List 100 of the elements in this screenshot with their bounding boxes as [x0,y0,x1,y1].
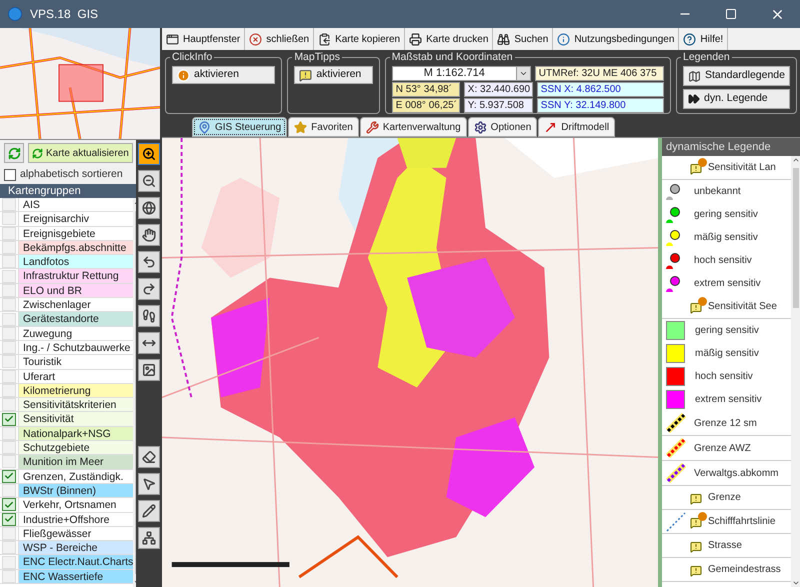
map-tool-button[interactable] [138,446,160,468]
layer-group-item[interactable]: WSP - Bereiche [18,541,134,554]
map-icon [688,70,701,82]
pin-icon [198,120,211,134]
legend-label: hoch sensitiv [694,254,752,268]
layer-group-item[interactable]: Infrastruktur Rettung [18,269,134,283]
layer-checkbox[interactable] [2,512,16,526]
map-tool-button[interactable] [138,251,160,273]
layer-group-item[interactable]: Sensitivität [18,412,134,426]
ssn-y-coordinate: SSN Y: 32.149.800 [536,98,664,113]
legend-label: Gemeindestrass [708,563,781,577]
refresh-icon-button[interactable] [4,143,24,163]
legend-label: Grenze 12 sm [694,416,757,430]
close-icon [249,32,262,46]
map-tool-button[interactable] [138,305,160,327]
warning-badge [698,158,707,166]
layer-checkbox[interactable] [2,412,16,426]
network-icon [142,531,156,545]
layer-group-item[interactable]: Sensitivitätskriterien [18,398,134,412]
x-coordinate: X: 32.440.690 [464,82,533,97]
warning-badge [698,512,707,520]
refresh-button[interactable]: Karte aktualisieren [28,143,133,163]
info-icon [557,32,570,46]
pointer-icon [142,477,156,491]
map-tool-button[interactable] [138,359,160,381]
undo-icon [142,255,156,269]
scroll-up-icon[interactable] [792,156,800,164]
legend-label: Sensitivität See [708,300,777,314]
toolbar-button[interactable]: Nutzungsbedingungen [553,28,680,50]
tab[interactable]: GIS Steuerung [192,117,288,137]
tab[interactable]: Optionen [468,117,538,137]
globe-icon [142,201,156,215]
latitude-field: N 53° 34,98´ [392,82,460,97]
layer-group-item[interactable]: Kilometrierung [18,384,134,398]
layer-group-item[interactable]: Gerätestandorte [18,312,134,326]
check-icon [4,471,14,482]
legend-label: Grenze [708,491,741,505]
legend-label: gering sensitiv [694,208,758,222]
toolbar-button[interactable]: Hilfe! [679,28,728,50]
zoom-out-icon [142,174,156,188]
sort-label: alphabetisch sortieren [20,167,123,182]
legend-button[interactable]: dyn. Legende [683,89,790,109]
window-icon [166,32,179,46]
layer-group-item[interactable]: Landfotos [18,255,134,268]
toolbar-button[interactable]: Karte kopieren [314,28,406,50]
map-tool-button[interactable] [138,224,160,246]
star-icon [294,120,308,134]
layer-group-item[interactable]: Nationalpark+NSG [18,426,134,440]
window-title: VPS.18 GIS [30,6,98,23]
legend-label: Grenze AWZ [694,442,751,456]
legend-button[interactable]: Standardlegende [683,66,790,86]
layer-group-item[interactable]: Munition im Meer [18,455,134,469]
map-tool-button[interactable] [138,278,160,300]
legend-label: hoch sensitiv [695,370,753,384]
maptipps-button[interactable]: aktivieren [294,66,373,84]
toolbar-button[interactable]: Hauptfenster [162,28,246,50]
legend-label: Verwaltgs.abkomm [694,466,778,480]
layer-group-item[interactable]: BWStr (Binnen) [18,484,134,498]
legend-scrollbar[interactable] [791,156,800,587]
legend-header: dynamische Legende [662,138,800,156]
line-symbol-icon [666,438,686,458]
layer-group-item[interactable]: ENC Wassertiefe [18,570,134,584]
tab[interactable]: Kartenverwaltung [360,117,467,137]
pencil-icon [142,504,156,518]
check-icon [4,500,14,510]
binoculars-icon [497,32,510,46]
map-tool-button[interactable] [138,332,160,354]
app-globe-icon [8,7,22,21]
layer-group-item[interactable]: ELO und BR [18,284,134,298]
toolbar-button[interactable]: Suchen [493,28,554,50]
legend-label: gering sensitiv [695,324,759,338]
map-tool-button[interactable] [138,170,160,192]
scale-select[interactable]: M 1:162.714 [392,66,531,81]
check-icon [4,514,14,524]
tab[interactable]: Favoriten [288,117,359,137]
tab[interactable]: Driftmodell [538,117,616,137]
layer-checkbox[interactable] [2,498,16,512]
list-header: Kartengruppen [0,184,136,198]
sort-checkbox[interactable] [4,169,16,181]
fast-forward-icon [688,93,700,105]
layer-group-item[interactable]: Schutzgebiete [18,441,134,454]
layer-group-item[interactable]: Bekämpfgs.abschnitte [18,240,134,254]
scroll-down-icon[interactable] [792,579,800,587]
warning-badge [698,296,707,306]
y-coordinate: Y: 5.937.508 [464,98,533,113]
gear-icon [474,120,487,134]
line-symbol-icon [666,413,686,433]
steps-icon [142,309,156,323]
utm-reference: UTMRef: 32U ME 406 375 [534,66,664,81]
map-tool-button[interactable] [138,197,160,219]
ssn-x-coordinate: SSN X: 4.862.500 [536,82,664,97]
clickinfo-button[interactable]: aktivieren [172,66,276,84]
map-tool-button[interactable] [138,143,160,165]
map-tool-button[interactable] [138,527,160,549]
layer-checkbox[interactable] [2,470,16,483]
toolbar-button[interactable]: schließen [245,28,314,50]
layer-group-item[interactable]: ENC Electr.Naut.Charts [18,555,134,569]
toolbar-button[interactable]: Karte drucken [405,28,494,50]
map-tool-button[interactable] [138,500,160,522]
map-tool-button[interactable] [138,473,160,495]
